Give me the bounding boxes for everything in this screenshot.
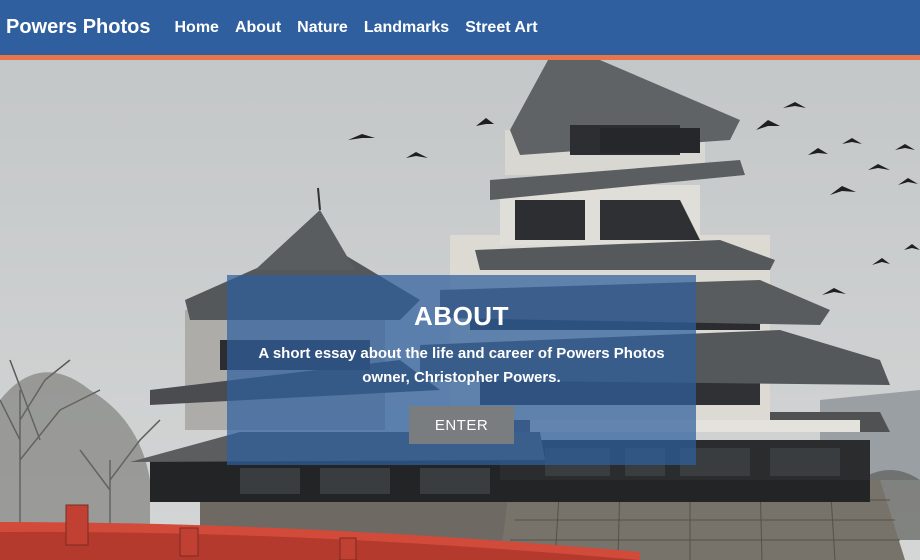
nav-link-landmarks[interactable]: Landmarks <box>364 19 449 37</box>
hero-description: A short essay about the life and career … <box>258 345 665 386</box>
enter-button[interactable]: ENTER <box>409 406 514 444</box>
nav-link-nature[interactable]: Nature <box>297 19 348 37</box>
hero-section: ABOUT A short essay about the life and c… <box>0 60 920 560</box>
top-navbar: Powers Photos Home About Nature Landmark… <box>0 0 920 55</box>
brand-logo-link[interactable]: Powers Photos <box>6 16 150 39</box>
nav-link-about[interactable]: About <box>235 19 281 37</box>
hero-title: ABOUT <box>414 301 509 331</box>
about-overlay-card: ABOUT A short essay about the life and c… <box>227 275 696 465</box>
nav-link-home[interactable]: Home <box>174 19 218 37</box>
nav-link-street-art[interactable]: Street Art <box>465 19 537 37</box>
